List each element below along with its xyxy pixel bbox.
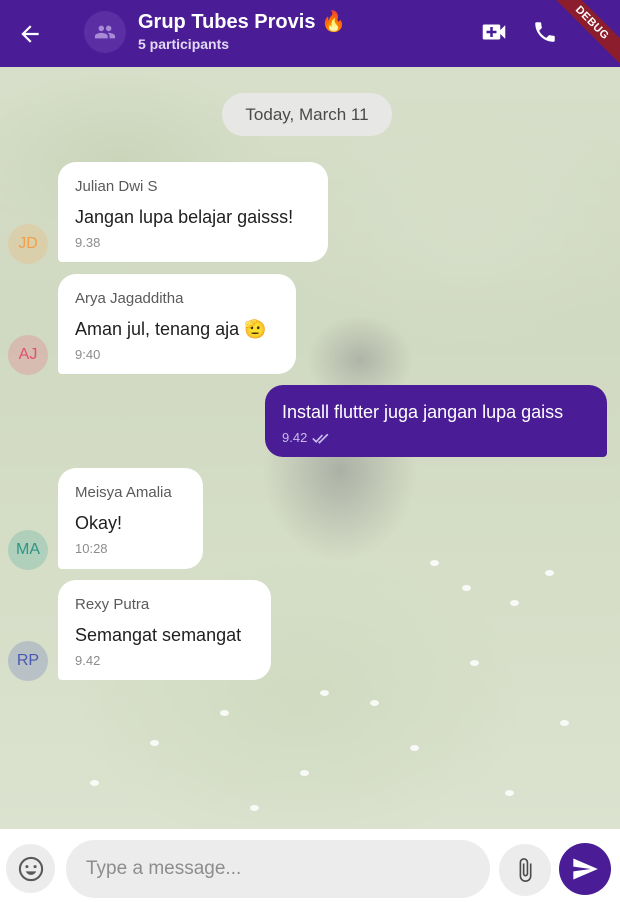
message-text: Install flutter juga jangan lupa gaiss	[282, 402, 564, 422]
message-text: Aman jul, tenang aja 🫡	[75, 319, 267, 339]
message-time: 9.42	[282, 430, 308, 445]
message-bubble[interactable]: Rexy Putra Semangat semangat 9.42	[58, 580, 271, 680]
attach-button[interactable]	[499, 844, 551, 896]
message-bubble[interactable]: Meisya Amalia Okay! 10:28	[58, 468, 203, 569]
send-icon	[573, 858, 598, 880]
message-time: 10:28	[75, 541, 108, 556]
message-text: Semangat semangat	[75, 625, 242, 645]
app-bar: Grup Tubes Provis 🔥 5 participants	[0, 0, 620, 67]
message-input[interactable]	[66, 840, 490, 898]
emoji-button[interactable]	[6, 844, 55, 893]
phone-icon	[535, 22, 555, 42]
outgoing-message-bubble[interactable]: Install flutter juga jangan lupa gaiss 9…	[265, 385, 607, 457]
video-call-icon	[482, 24, 506, 40]
date-separator: Today, March 11	[222, 93, 392, 136]
message-time: 9.42	[75, 653, 101, 668]
sender-name: Rexy Putra	[75, 596, 150, 613]
emoji-icon	[18, 856, 43, 881]
participants-count: 5 participants	[138, 36, 230, 52]
avatar[interactable]: JD	[8, 224, 48, 264]
message-time: 9:40	[75, 347, 101, 362]
sender-name: Julian Dwi S	[75, 178, 158, 195]
back-button[interactable]	[14, 18, 46, 50]
arrow-back-icon	[21, 25, 39, 43]
message-text: Okay!	[75, 513, 123, 533]
group-avatar[interactable]	[84, 11, 126, 53]
message-time: 9.38	[75, 235, 101, 250]
message-composer	[0, 829, 620, 902]
group-icon	[94, 25, 116, 39]
double-check-icon	[312, 433, 329, 444]
message-bubble[interactable]: Arya Jagadditha Aman jul, tenang aja 🫡 9…	[58, 274, 296, 374]
paperclip-icon	[519, 858, 532, 882]
message-text: Jangan lupa belajar gaisss!	[75, 207, 294, 227]
message-bubble[interactable]: Julian Dwi S Jangan lupa belajar gaisss!…	[58, 162, 328, 262]
avatar[interactable]: AJ	[8, 335, 48, 375]
voice-call-button[interactable]	[530, 17, 560, 47]
chat-title-block[interactable]: Grup Tubes Provis 🔥 5 participants	[138, 10, 346, 54]
sender-name: Meisya Amalia	[75, 484, 172, 501]
avatar[interactable]: MA	[8, 530, 48, 570]
send-button[interactable]	[559, 843, 611, 895]
sender-name: Arya Jagadditha	[75, 290, 184, 307]
video-call-button[interactable]	[478, 16, 510, 48]
avatar[interactable]: RP	[8, 641, 48, 681]
message-meta: 9.42	[282, 430, 590, 446]
chat-title: Grup Tubes Provis 🔥	[138, 11, 346, 33]
